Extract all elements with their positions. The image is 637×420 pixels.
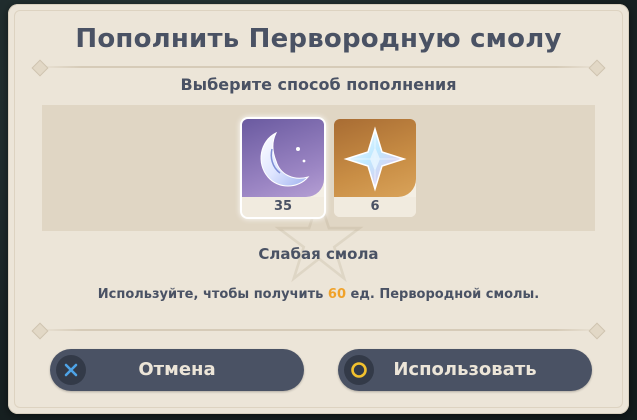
dialog-title: Пополнить Первородную смолу bbox=[75, 24, 562, 54]
primogem-icon bbox=[343, 126, 407, 192]
bottom-divider bbox=[31, 322, 606, 340]
divider-ornament bbox=[588, 322, 606, 340]
item-primogem[interactable]: 6 bbox=[334, 119, 416, 217]
cancel-button[interactable]: Отмена bbox=[50, 349, 304, 391]
selected-item-name: Слабая смола bbox=[258, 245, 379, 263]
item-description: Используйте, чтобы получить 60 ед. Перво… bbox=[8, 287, 629, 302]
item-count: 35 bbox=[242, 197, 324, 217]
item-fragile-resin[interactable]: 35 bbox=[242, 119, 324, 217]
divider-ornament bbox=[31, 322, 49, 340]
use-button-label: Использовать bbox=[393, 359, 537, 380]
divider-ornament bbox=[588, 59, 606, 77]
resin-amount: 60 bbox=[327, 287, 347, 302]
divider-ornament bbox=[31, 59, 49, 77]
item-count: 6 bbox=[334, 197, 416, 217]
description-prefix: Используйте, чтобы получить bbox=[97, 287, 324, 302]
use-button[interactable]: Использовать bbox=[338, 349, 592, 391]
description-suffix: ед. Первородной смолы. bbox=[350, 287, 540, 302]
replenish-resin-dialog: Пополнить Первородную смолу Выберите спо… bbox=[8, 4, 629, 414]
dialog-subtitle: Выберите способ пополнения bbox=[180, 75, 457, 94]
top-divider bbox=[31, 59, 606, 77]
cancel-button-label: Отмена bbox=[138, 359, 216, 380]
game-scene: Пополнить Первородную смолу Выберите спо… bbox=[0, 0, 637, 420]
fragile-resin-moon-icon bbox=[260, 131, 310, 187]
item-selection-panel: 35 6 bbox=[42, 105, 595, 283]
